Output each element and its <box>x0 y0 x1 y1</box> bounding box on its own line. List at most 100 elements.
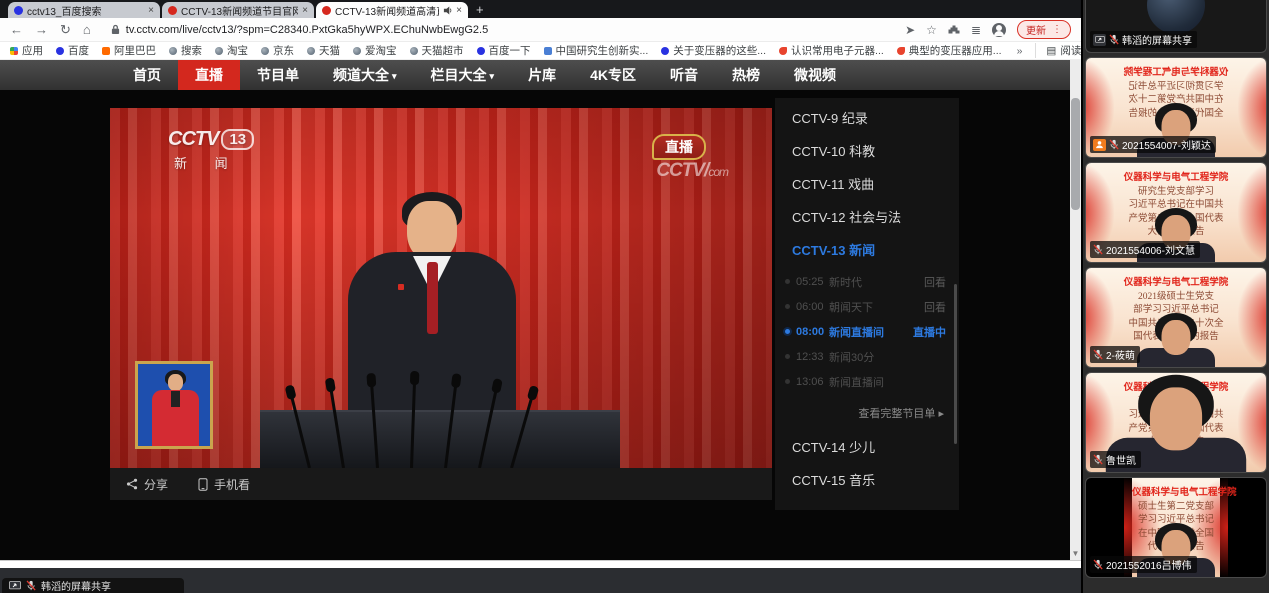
reading-list-button[interactable]: ▤ 阅读清单 <box>1035 43 1081 58</box>
channel-item[interactable]: CCTV-14 少儿 <box>775 427 959 460</box>
nav-item[interactable]: 栏目大全 ▾ <box>414 60 512 90</box>
nav-item[interactable]: 节目单 ▾ <box>240 60 316 90</box>
channel-item[interactable]: CCTV-10 科教 <box>775 131 959 164</box>
logo-subtitle: 新 闻 <box>174 153 254 172</box>
reload-icon[interactable]: ↻ <box>60 23 71 36</box>
full-schedule-link[interactable]: 查看完整节目单 ▸ <box>775 396 959 427</box>
mic-muted-icon <box>1109 34 1119 45</box>
tab-close-icon[interactable]: × <box>456 5 462 16</box>
watch-on-mobile-button[interactable]: 手机看 <box>198 476 250 493</box>
bookmark-item[interactable]: 京东 <box>261 43 294 58</box>
person-icon <box>1093 139 1106 151</box>
channel-item[interactable]: CCTV-15 音乐 <box>775 460 959 493</box>
cctv-watermark: CCTV/com <box>656 160 728 182</box>
video-player[interactable]: CCTV 13 新 闻 直播 CCTV/com <box>110 108 772 468</box>
channel-item[interactable]: CCTV-11 戏曲 <box>775 164 959 197</box>
bookmark-item[interactable]: 百度一下 <box>477 43 531 58</box>
channel-item[interactable]: CCTV-9 纪录 <box>775 98 959 131</box>
bookmark-item[interactable]: 关于变压器的这些... <box>661 43 766 58</box>
banner-title: 仪器科学与电气工程学院 <box>1086 64 1266 78</box>
bookmark-item[interactable]: 典型的变压器应用... <box>897 43 1002 58</box>
nav-item[interactable]: 热榜 ▾ <box>715 60 777 90</box>
schedule-row[interactable]: 12:33 新闻30分 <box>775 344 959 369</box>
schedule-row[interactable]: 08:00 新闻直播间 直播中 <box>775 319 959 344</box>
participant-tile[interactable]: 仪器科学与电气工程学院 学习贯彻习近平总书记 在中国共产党第二十次 全国代表大会… <box>1085 57 1267 158</box>
bookmarks-overflow-icon[interactable]: » <box>1017 45 1023 57</box>
bookmark-item[interactable]: 中国研究生创新实... <box>544 43 649 58</box>
browser-tab[interactable]: CCTV-13新闻频道高清直播 × <box>316 2 468 18</box>
live-badge: 直播 <box>652 134 706 160</box>
schedule-time: 05:25 <box>796 276 829 288</box>
bookmark-item[interactable]: 搜索 <box>169 43 202 58</box>
program-schedule: 05:25 新时代 回看 06:00 朝闻天下 回看 <box>775 269 959 394</box>
bookmark-label: 天猫超市 <box>422 43 464 58</box>
nav-item[interactable]: 听音 ▾ <box>653 60 715 90</box>
send-icon[interactable]: ➤ <box>905 23 915 37</box>
cctv-page: 首页 ▾ 直播 ▾ 节目单 ▾ 频道大全 ▾ <box>0 60 1081 560</box>
bookmark-item[interactable]: 爱淘宝 <box>353 43 397 58</box>
participant-name-tag: 韩滔的屏幕共享 <box>1090 31 1197 48</box>
participant-tile[interactable]: 仪器科学与电气工程学院 硕士生党支部学习 习近平总书记在中国共 产党第二十次全国… <box>1085 372 1267 473</box>
forward-icon[interactable]: → <box>35 23 48 36</box>
bookmark-favicon <box>353 47 361 55</box>
bookmark-label: 京东 <box>273 43 294 58</box>
browser-menu-icon[interactable]: ⋮ <box>1052 24 1062 35</box>
site-nav: 首页 ▾ 直播 ▾ 节目单 ▾ 频道大全 ▾ <box>0 60 1081 90</box>
nav-item[interactable]: 4K专区 ▾ <box>573 60 653 90</box>
nav-item[interactable]: 首页 ▾ <box>116 60 178 90</box>
url-field[interactable]: tv.cctv.com/live/cctv13/?spm=C28340.PxtG… <box>103 24 893 36</box>
bookmark-item[interactable]: 百度 <box>56 43 89 58</box>
update-button[interactable]: 更新 ⋮ <box>1017 20 1071 39</box>
tab-close-icon[interactable]: × <box>302 5 308 16</box>
schedule-row[interactable]: 13:06 新闻直播间 <box>775 369 959 394</box>
tab-list-icon[interactable]: ≣ <box>971 23 981 37</box>
bookmark-label: 搜索 <box>181 43 202 58</box>
back-icon[interactable]: ← <box>10 23 23 36</box>
panel-scrollbar[interactable] <box>954 284 957 444</box>
nav-item[interactable]: 片库 ▾ <box>511 60 573 90</box>
bookmark-item[interactable]: 淘宝 <box>215 43 248 58</box>
browser-tab[interactable]: CCTV-13新闻频道节目官网_CC... × <box>162 2 314 18</box>
nav-item[interactable]: 微视频 ▾ <box>777 60 853 90</box>
new-tab-button[interactable]: + <box>476 2 484 17</box>
bookmark-item[interactable]: 天猫超市 <box>410 43 464 58</box>
channel-item[interactable]: CCTV-13 新闻 <box>775 230 959 263</box>
schedule-row[interactable]: 06:00 朝闻天下 回看 <box>775 294 959 319</box>
participant-tile[interactable]: 仪器科学与电气工程学院 硕士生第二党支部 学习习近平总书记 在中国共产党全国 代… <box>1085 477 1267 578</box>
browser-tab[interactable]: cctv13_百度搜索 × <box>8 2 160 18</box>
participant-name: 2021554007-刘颖达 <box>1122 137 1211 152</box>
participant-tile[interactable]: 韩滔的屏幕共享 <box>1085 0 1267 53</box>
schedule-row[interactable]: 05:25 新时代 回看 <box>775 269 959 294</box>
schedule-time: 12:33 <box>796 351 829 363</box>
participant-name-tag: 2-莜萌 <box>1090 346 1140 363</box>
scrollbar-thumb[interactable] <box>1071 98 1080 210</box>
participant-tile[interactable]: 仪器科学与电气工程学院 2021级硕士生党支 部学习习近平总书记 中国共产党第二… <box>1085 267 1267 368</box>
screen-share-overlay[interactable]: 韩滔的屏幕共享 <box>2 578 184 593</box>
bookmark-label: 典型的变压器应用... <box>909 43 1002 58</box>
nav-item[interactable]: 频道大全 ▾ <box>316 60 414 90</box>
browser-window: cctv13_百度搜索 × CCTV-13新闻频道节目官网_CC... × <box>0 0 1081 568</box>
bookmark-label: 应用 <box>22 43 43 58</box>
home-icon[interactable]: ⌂ <box>83 23 91 36</box>
nav-item[interactable]: 直播 ▾ <box>178 60 240 90</box>
bookmark-item[interactable]: 天猫 <box>307 43 340 58</box>
bookmark-item[interactable]: 应用 <box>10 43 43 58</box>
bookmark-label: 天猫 <box>319 43 340 58</box>
profile-avatar-icon[interactable] <box>992 23 1006 37</box>
share-button[interactable]: 分享 <box>126 476 168 493</box>
bookmark-star-icon[interactable]: ☆ <box>926 23 937 37</box>
channel-item[interactable]: CCTV-12 社会与法 <box>775 197 959 230</box>
tab-audio-icon[interactable] <box>443 6 452 15</box>
screen: cctv13_百度搜索 × CCTV-13新闻频道节目官网_CC... × <box>0 0 1269 593</box>
chevron-down-icon: ▾ <box>392 71 397 82</box>
scroll-down-icon[interactable]: ▼ <box>1070 549 1081 558</box>
bookmark-item[interactable]: 阿里巴巴 <box>102 43 156 58</box>
bookmark-item[interactable]: 认识常用电子元器... <box>779 43 884 58</box>
participant-tile[interactable]: 仪器科学与电气工程学院 研究生党支部学习 习近平总书记在中国共 产党第二十次全国… <box>1085 162 1267 263</box>
schedule-title: 新闻30分 <box>829 349 946 365</box>
nav-item-label: 直播 <box>195 65 223 85</box>
extensions-icon[interactable] <box>948 24 960 36</box>
page-scrollbar[interactable]: ▼ <box>1070 60 1081 560</box>
nav-item-label: 节目单 <box>257 65 299 85</box>
tab-close-icon[interactable]: × <box>148 5 154 16</box>
